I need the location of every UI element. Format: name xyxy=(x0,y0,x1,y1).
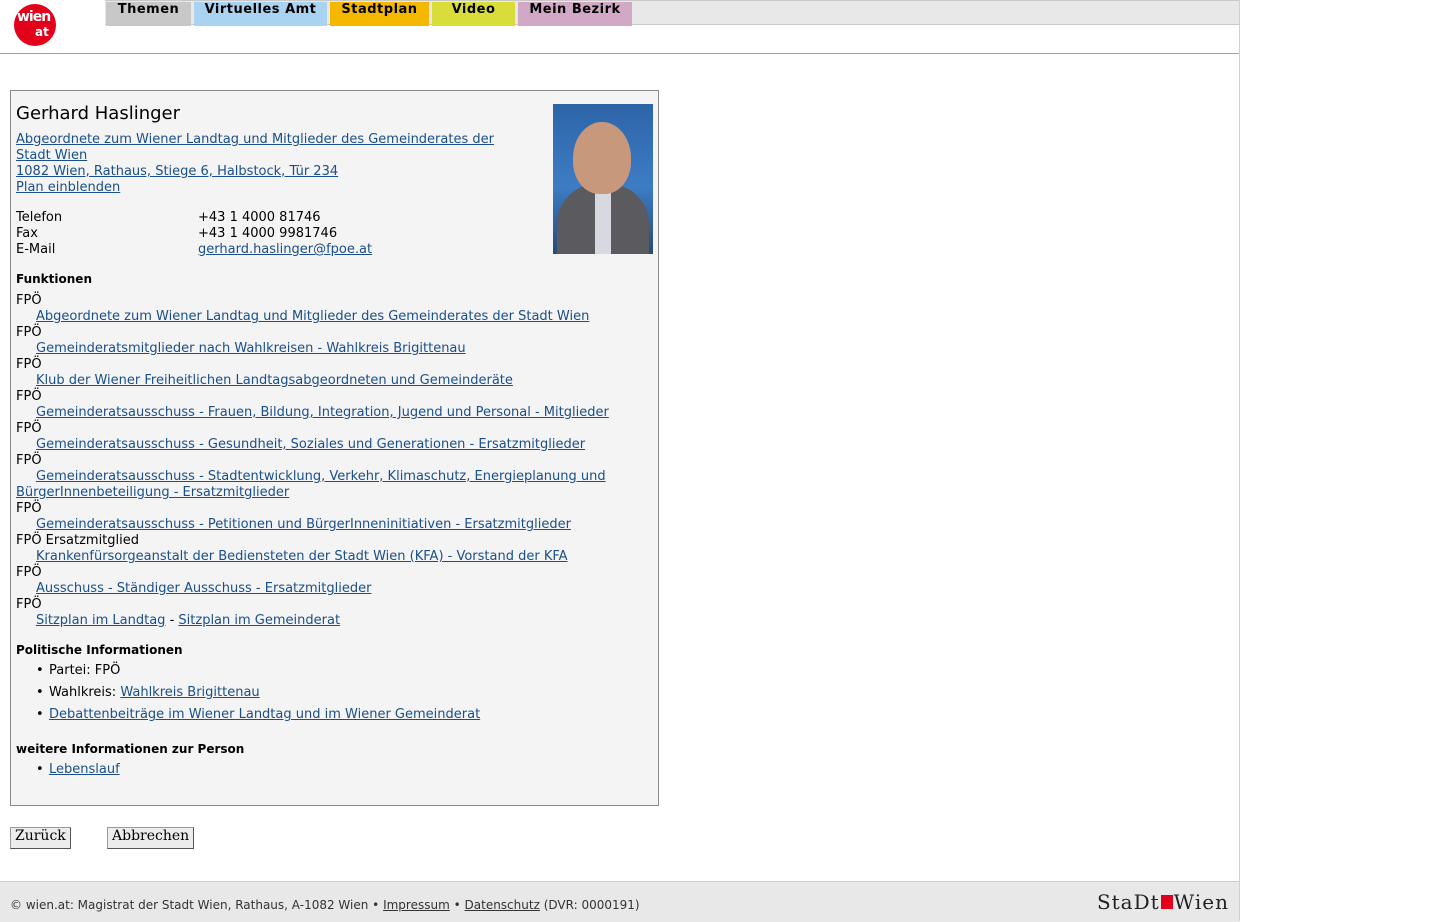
nav-tab-video[interactable]: Video xyxy=(432,2,515,26)
wien-shield-icon xyxy=(1160,894,1173,909)
sitzplan-row: Sitzplan im Landtag - Sitzplan im Gemein… xyxy=(36,613,340,628)
stadt-logo-text: StaDt xyxy=(1096,890,1160,914)
function-link[interactable]: Gemeinderatsmitglieder nach Wahlkreisen … xyxy=(36,341,466,356)
political-heading: Politische Informationen xyxy=(16,643,183,657)
list-item: Debattenbeiträge im Wiener Landtag und i… xyxy=(16,706,480,728)
contact-value-fax: +43 1 4000 9981746 xyxy=(198,226,338,241)
wien-at-logo[interactable]: wien at xyxy=(14,4,56,46)
further-info-list: Lebenslauf xyxy=(16,761,120,783)
contact-label-fax: Fax xyxy=(16,226,38,241)
list-item: Partei: FPÖ xyxy=(16,662,480,684)
function-party: FPÖ xyxy=(16,453,42,468)
datenschutz-link[interactable]: Datenschutz xyxy=(465,898,540,912)
photo-shirt-shape xyxy=(595,190,611,254)
function-party: FPÖ xyxy=(16,421,42,436)
political-list: Partei: FPÖ Wahlkreis: Wahlkreis Brigitt… xyxy=(16,662,480,728)
back-button[interactable]: Zurück xyxy=(10,827,71,849)
function-link[interactable]: Gemeinderatsausschuss - Gesundheit, Sozi… xyxy=(36,437,585,452)
function-link[interactable]: Gemeinderatsausschuss - Frauen, Bildung,… xyxy=(36,405,609,420)
list-item: Lebenslauf xyxy=(16,761,120,783)
wahlkreis-link[interactable]: Wahlkreis Brigittenau xyxy=(120,685,259,700)
function-link[interactable]: Gemeinderatsausschuss - Petitionen und B… xyxy=(36,517,571,532)
lebenslauf-link[interactable]: Lebenslauf xyxy=(49,762,120,777)
footer-text: © wien.at: Magistrat der Stadt Wien, Rat… xyxy=(10,898,640,912)
partei-text: Partei: FPÖ xyxy=(49,663,121,678)
nav-tab-virtuelles-amt[interactable]: Virtuelles Amt xyxy=(194,2,327,26)
person-detail-panel: Gerhard Haslinger Abgeordnete zum Wiener… xyxy=(10,90,659,806)
plan-einblenden-link[interactable]: Plan einblenden xyxy=(16,180,120,195)
nav-tab-mein-bezirk[interactable]: Mein Bezirk xyxy=(518,2,632,26)
sitzplan-separator: - xyxy=(169,613,175,628)
wahlkreis-label: Wahlkreis: xyxy=(49,685,117,700)
logo-text-at: at xyxy=(35,25,49,39)
impressum-link[interactable]: Impressum xyxy=(383,898,450,912)
person-photo xyxy=(553,104,653,254)
function-party: FPÖ xyxy=(16,565,42,580)
function-party: FPÖ xyxy=(16,501,42,516)
footer-separator: • xyxy=(453,898,461,912)
role-link-line2[interactable]: Stadt Wien xyxy=(16,148,87,163)
function-party: FPÖ xyxy=(16,293,42,308)
function-link[interactable]: Gemeinderatsausschuss - Stadtentwicklung… xyxy=(36,469,606,484)
footer-dvr: (DVR: 0000191) xyxy=(543,898,640,912)
function-link[interactable]: Krankenfürsorgeanstalt der Bediensteten … xyxy=(36,549,568,564)
main-nav: Themen Virtuelles Amt Stadtplan Video Me… xyxy=(105,0,1239,26)
list-item: Wahlkreis: Wahlkreis Brigittenau xyxy=(16,684,480,706)
function-party: FPÖ xyxy=(16,325,42,340)
role-link-line1[interactable]: Abgeordnete zum Wiener Landtag und Mitgl… xyxy=(16,132,494,147)
nav-tab-stadtplan[interactable]: Stadtplan xyxy=(330,2,429,26)
header: wien at Themen Virtuelles Amt Stadtplan … xyxy=(0,0,1239,54)
photo-head-shape xyxy=(573,122,631,194)
logo-text-wien: wien xyxy=(17,9,51,25)
nav-tab-themen[interactable]: Themen xyxy=(106,2,191,26)
contact-label-email: E-Mail xyxy=(16,242,56,257)
function-party: FPÖ Ersatzmitglied xyxy=(16,533,139,548)
footer-copyright: © wien.at: Magistrat der Stadt Wien, Rat… xyxy=(10,898,380,912)
function-party: FPÖ xyxy=(16,357,42,372)
wien-logo-text: Wien xyxy=(1173,890,1229,914)
function-link[interactable]: Abgeordnete zum Wiener Landtag und Mitgl… xyxy=(36,309,589,324)
footer: © wien.at: Magistrat der Stadt Wien, Rat… xyxy=(0,881,1239,922)
contact-label-telefon: Telefon xyxy=(16,210,63,225)
functions-heading: Funktionen xyxy=(16,272,92,286)
function-party: FPÖ xyxy=(16,389,42,404)
contact-value-telefon: +43 1 4000 81746 xyxy=(198,210,321,225)
function-link[interactable]: Ausschuss - Ständiger Ausschuss - Ersatz… xyxy=(36,581,371,596)
address-link[interactable]: 1082 Wien, Rathaus, Stiege 6, Halbstock,… xyxy=(16,164,338,179)
further-info-heading: weitere Informationen zur Person xyxy=(16,742,245,756)
debatten-link[interactable]: Debattenbeiträge im Wiener Landtag und i… xyxy=(49,707,480,722)
email-link[interactable]: gerhard.haslinger@fpoe.at xyxy=(198,242,372,257)
person-name: Gerhard Haslinger xyxy=(16,103,181,124)
function-party: FPÖ xyxy=(16,597,42,612)
cancel-button[interactable]: Abbrechen xyxy=(107,827,195,849)
stadt-wien-logo[interactable]: StaDt Wien xyxy=(1097,890,1229,914)
sitzplan-landtag-link[interactable]: Sitzplan im Landtag xyxy=(36,613,165,628)
sitzplan-gemeinderat-link[interactable]: Sitzplan im Gemeinderat xyxy=(178,613,340,628)
right-gutter xyxy=(1239,0,1440,921)
function-link[interactable]: Klub der Wiener Freiheitlichen Landtagsa… xyxy=(36,373,513,388)
function-link-continued[interactable]: BürgerInnenbeteiligung - Ersatzmitgliede… xyxy=(16,485,289,500)
